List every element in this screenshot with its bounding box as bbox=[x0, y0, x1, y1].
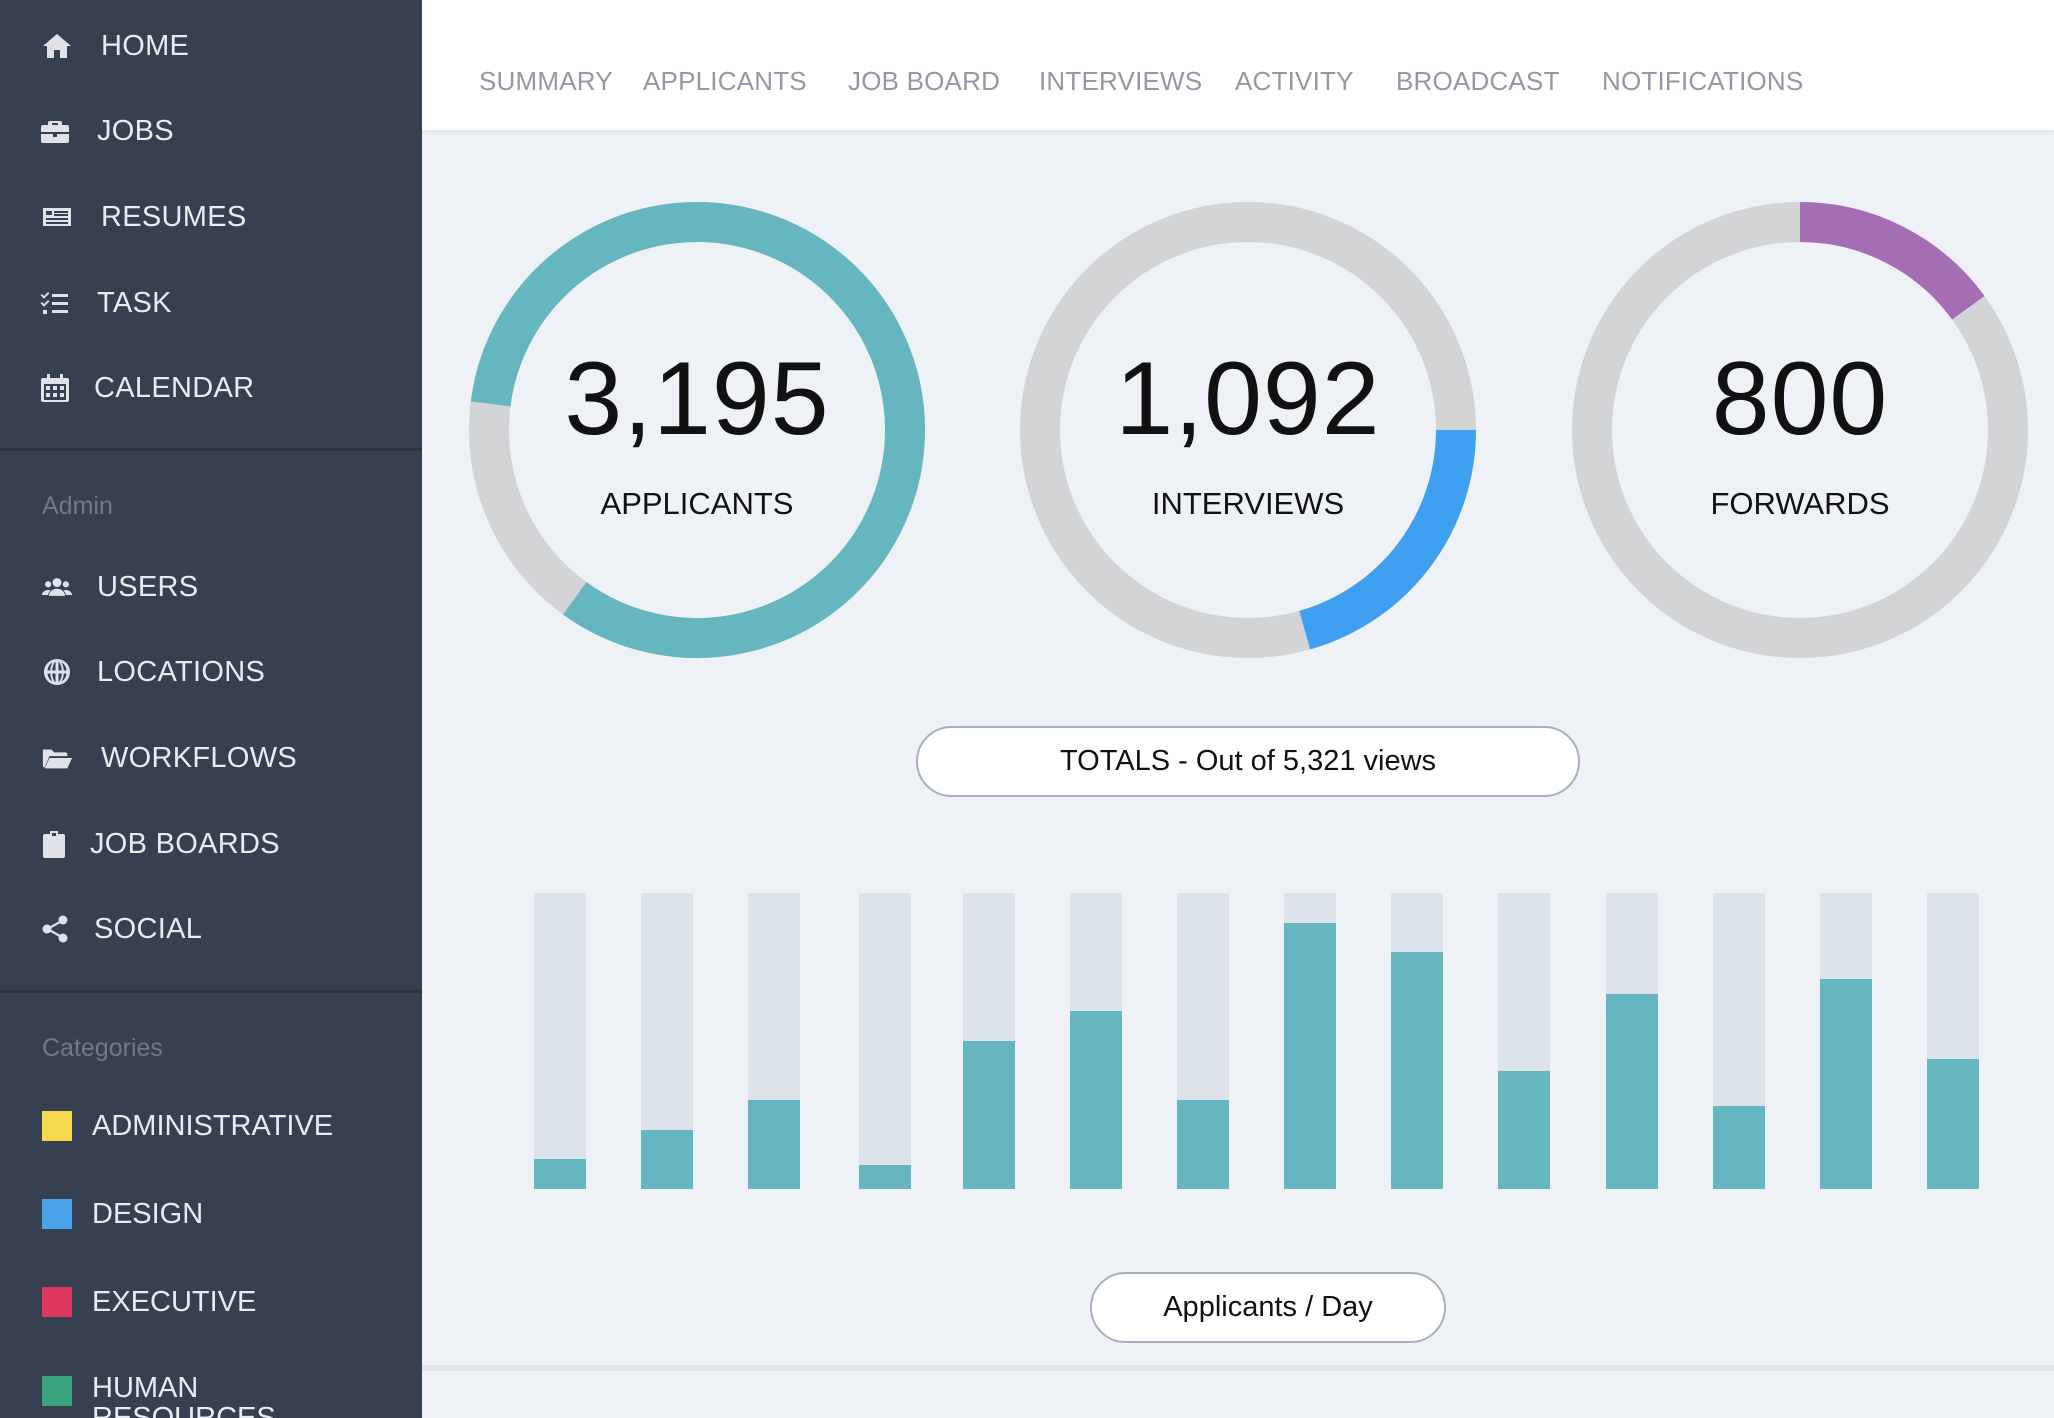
forwards-arc bbox=[1799, 202, 1985, 320]
folder-open-icon bbox=[40, 741, 74, 775]
nav-users[interactable]: USERS bbox=[0, 557, 422, 617]
bar[interactable] bbox=[1605, 994, 1658, 1189]
categories-section-title: Categories bbox=[42, 1034, 163, 1062]
sidebar-divider-2 bbox=[0, 990, 422, 993]
nav-social-label: SOCIAL bbox=[94, 912, 203, 945]
forwards-caption: FORWARDS bbox=[1710, 486, 1890, 521]
nav-jobs-label: JOBS bbox=[97, 114, 174, 147]
category-color-swatch bbox=[42, 1376, 72, 1406]
category-administrative[interactable]: ADMINISTRATIVE bbox=[0, 1096, 422, 1156]
category-color-swatch bbox=[42, 1287, 72, 1317]
totals-pill[interactable]: TOTALS - Out of 5,321 views bbox=[916, 726, 1580, 797]
sidebar-divider bbox=[0, 448, 422, 451]
bar[interactable] bbox=[859, 1165, 912, 1189]
nav-resumes-label: RESUMES bbox=[101, 200, 247, 233]
nav-home[interactable]: HOME bbox=[0, 16, 422, 76]
applicants-count: 3,195 bbox=[564, 341, 830, 457]
tab-summary[interactable]: SUMMARY bbox=[479, 66, 613, 97]
globe-icon bbox=[40, 655, 74, 689]
category-label: DESIGN bbox=[92, 1198, 204, 1230]
nav-task-label: TASK bbox=[97, 286, 172, 319]
category-color-swatch bbox=[42, 1111, 72, 1141]
bar[interactable] bbox=[1712, 1106, 1765, 1189]
interviews-arc bbox=[1299, 429, 1476, 650]
nav-task[interactable]: TASK bbox=[0, 273, 422, 333]
category-label: ADMINISTRATIVE bbox=[92, 1110, 334, 1142]
bar[interactable] bbox=[641, 1130, 694, 1189]
task-list-icon bbox=[38, 286, 72, 320]
home-icon bbox=[40, 29, 74, 63]
nav-home-label: HOME bbox=[101, 29, 190, 62]
briefcase-icon bbox=[38, 114, 72, 148]
bar[interactable] bbox=[1069, 1011, 1122, 1189]
forwards-count: 800 bbox=[1711, 341, 1889, 457]
nav-resumes[interactable]: RESUMES bbox=[0, 187, 422, 247]
nav-workflows-label: WORKFLOWS bbox=[101, 741, 298, 774]
category-design[interactable]: DESIGN bbox=[0, 1184, 422, 1244]
tab-activity[interactable]: ACTIVITY bbox=[1235, 66, 1354, 97]
nav-locations-label: LOCATIONS bbox=[97, 655, 266, 688]
interviews-count: 1,092 bbox=[1115, 341, 1381, 457]
bar[interactable] bbox=[1391, 952, 1444, 1189]
applicants-caption: APPLICANTS bbox=[600, 486, 794, 521]
tab-interviews[interactable]: INTERVIEWS bbox=[1039, 66, 1202, 97]
category-label: EXECUTIVE bbox=[92, 1286, 257, 1318]
bar[interactable] bbox=[748, 1100, 801, 1189]
clipboard-icon bbox=[37, 827, 71, 861]
nav-calendar-label: CALENDAR bbox=[94, 371, 255, 404]
nav-job-boards-label: JOB BOARDS bbox=[90, 827, 280, 860]
chart-label-pill[interactable]: Applicants / Day bbox=[1090, 1272, 1446, 1343]
category-label: HUMAN RESOURCES bbox=[92, 1372, 276, 1418]
interviews-donut: 1,092 INTERVIEWS bbox=[1018, 200, 1478, 660]
resume-icon bbox=[40, 200, 74, 234]
tab-notifications[interactable]: NOTIFICATIONS bbox=[1602, 66, 1803, 97]
bar[interactable] bbox=[1498, 1071, 1551, 1189]
nav-calendar[interactable]: CALENDAR bbox=[0, 358, 422, 418]
bar[interactable] bbox=[962, 1041, 1015, 1189]
forwards-donut: 800 FORWARDS bbox=[1570, 200, 2030, 660]
bar[interactable] bbox=[1819, 979, 1872, 1189]
category-executive[interactable]: EXECUTIVE bbox=[0, 1272, 422, 1332]
applicants-per-day-chart bbox=[510, 893, 2010, 1189]
users-icon bbox=[40, 570, 74, 604]
bar[interactable] bbox=[1176, 1100, 1229, 1189]
admin-section-title: Admin bbox=[42, 492, 113, 520]
share-icon bbox=[38, 912, 72, 946]
sidebar: HOME JOBS RESUMES TASK CALENDAR Admin US… bbox=[0, 0, 422, 1418]
tab-broadcast[interactable]: BROADCAST bbox=[1396, 66, 1560, 97]
category-color-swatch bbox=[42, 1199, 72, 1229]
bar[interactable] bbox=[534, 1159, 586, 1189]
nav-locations[interactable]: LOCATIONS bbox=[0, 642, 422, 702]
bar[interactable] bbox=[1927, 1059, 1979, 1189]
category-human-resources[interactable]: HUMAN RESOURCES bbox=[0, 1360, 422, 1418]
calendar-icon bbox=[38, 371, 72, 405]
nav-users-label: USERS bbox=[97, 570, 199, 603]
nav-workflows[interactable]: WORKFLOWS bbox=[0, 728, 422, 788]
nav-job-boards[interactable]: JOB BOARDS bbox=[0, 814, 422, 874]
top-tab-bar: SUMMARY APPLICANTS JOB BOARD INTERVIEWS … bbox=[422, 0, 2054, 130]
tab-job-board[interactable]: JOB BOARD bbox=[848, 66, 1000, 97]
tab-applicants[interactable]: APPLICANTS bbox=[643, 66, 807, 97]
applicants-donut: 3,195 APPLICANTS bbox=[467, 200, 927, 660]
bar-track bbox=[534, 893, 586, 1189]
nav-jobs[interactable]: JOBS bbox=[0, 101, 422, 161]
interviews-caption: INTERVIEWS bbox=[1151, 486, 1345, 521]
bottom-divider bbox=[422, 1365, 2054, 1371]
bar-track bbox=[859, 893, 912, 1189]
nav-social[interactable]: SOCIAL bbox=[0, 899, 422, 959]
bar[interactable] bbox=[1284, 923, 1337, 1189]
